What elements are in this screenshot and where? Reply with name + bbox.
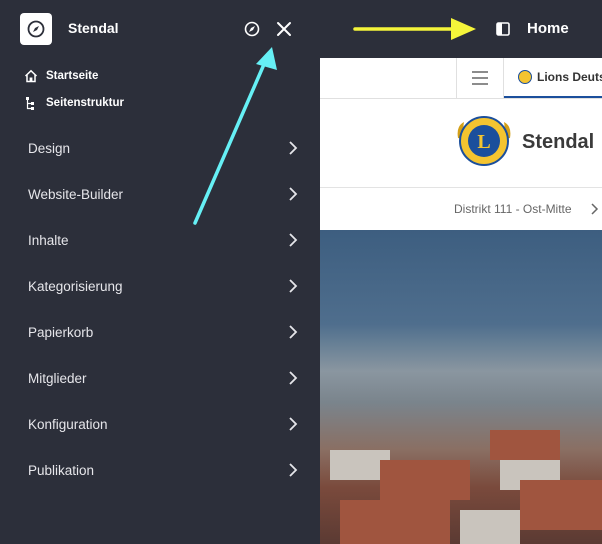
yellow-arrow-icon <box>353 18 476 40</box>
annotation-overlay <box>193 18 476 225</box>
cyan-arrow-icon <box>193 47 277 225</box>
